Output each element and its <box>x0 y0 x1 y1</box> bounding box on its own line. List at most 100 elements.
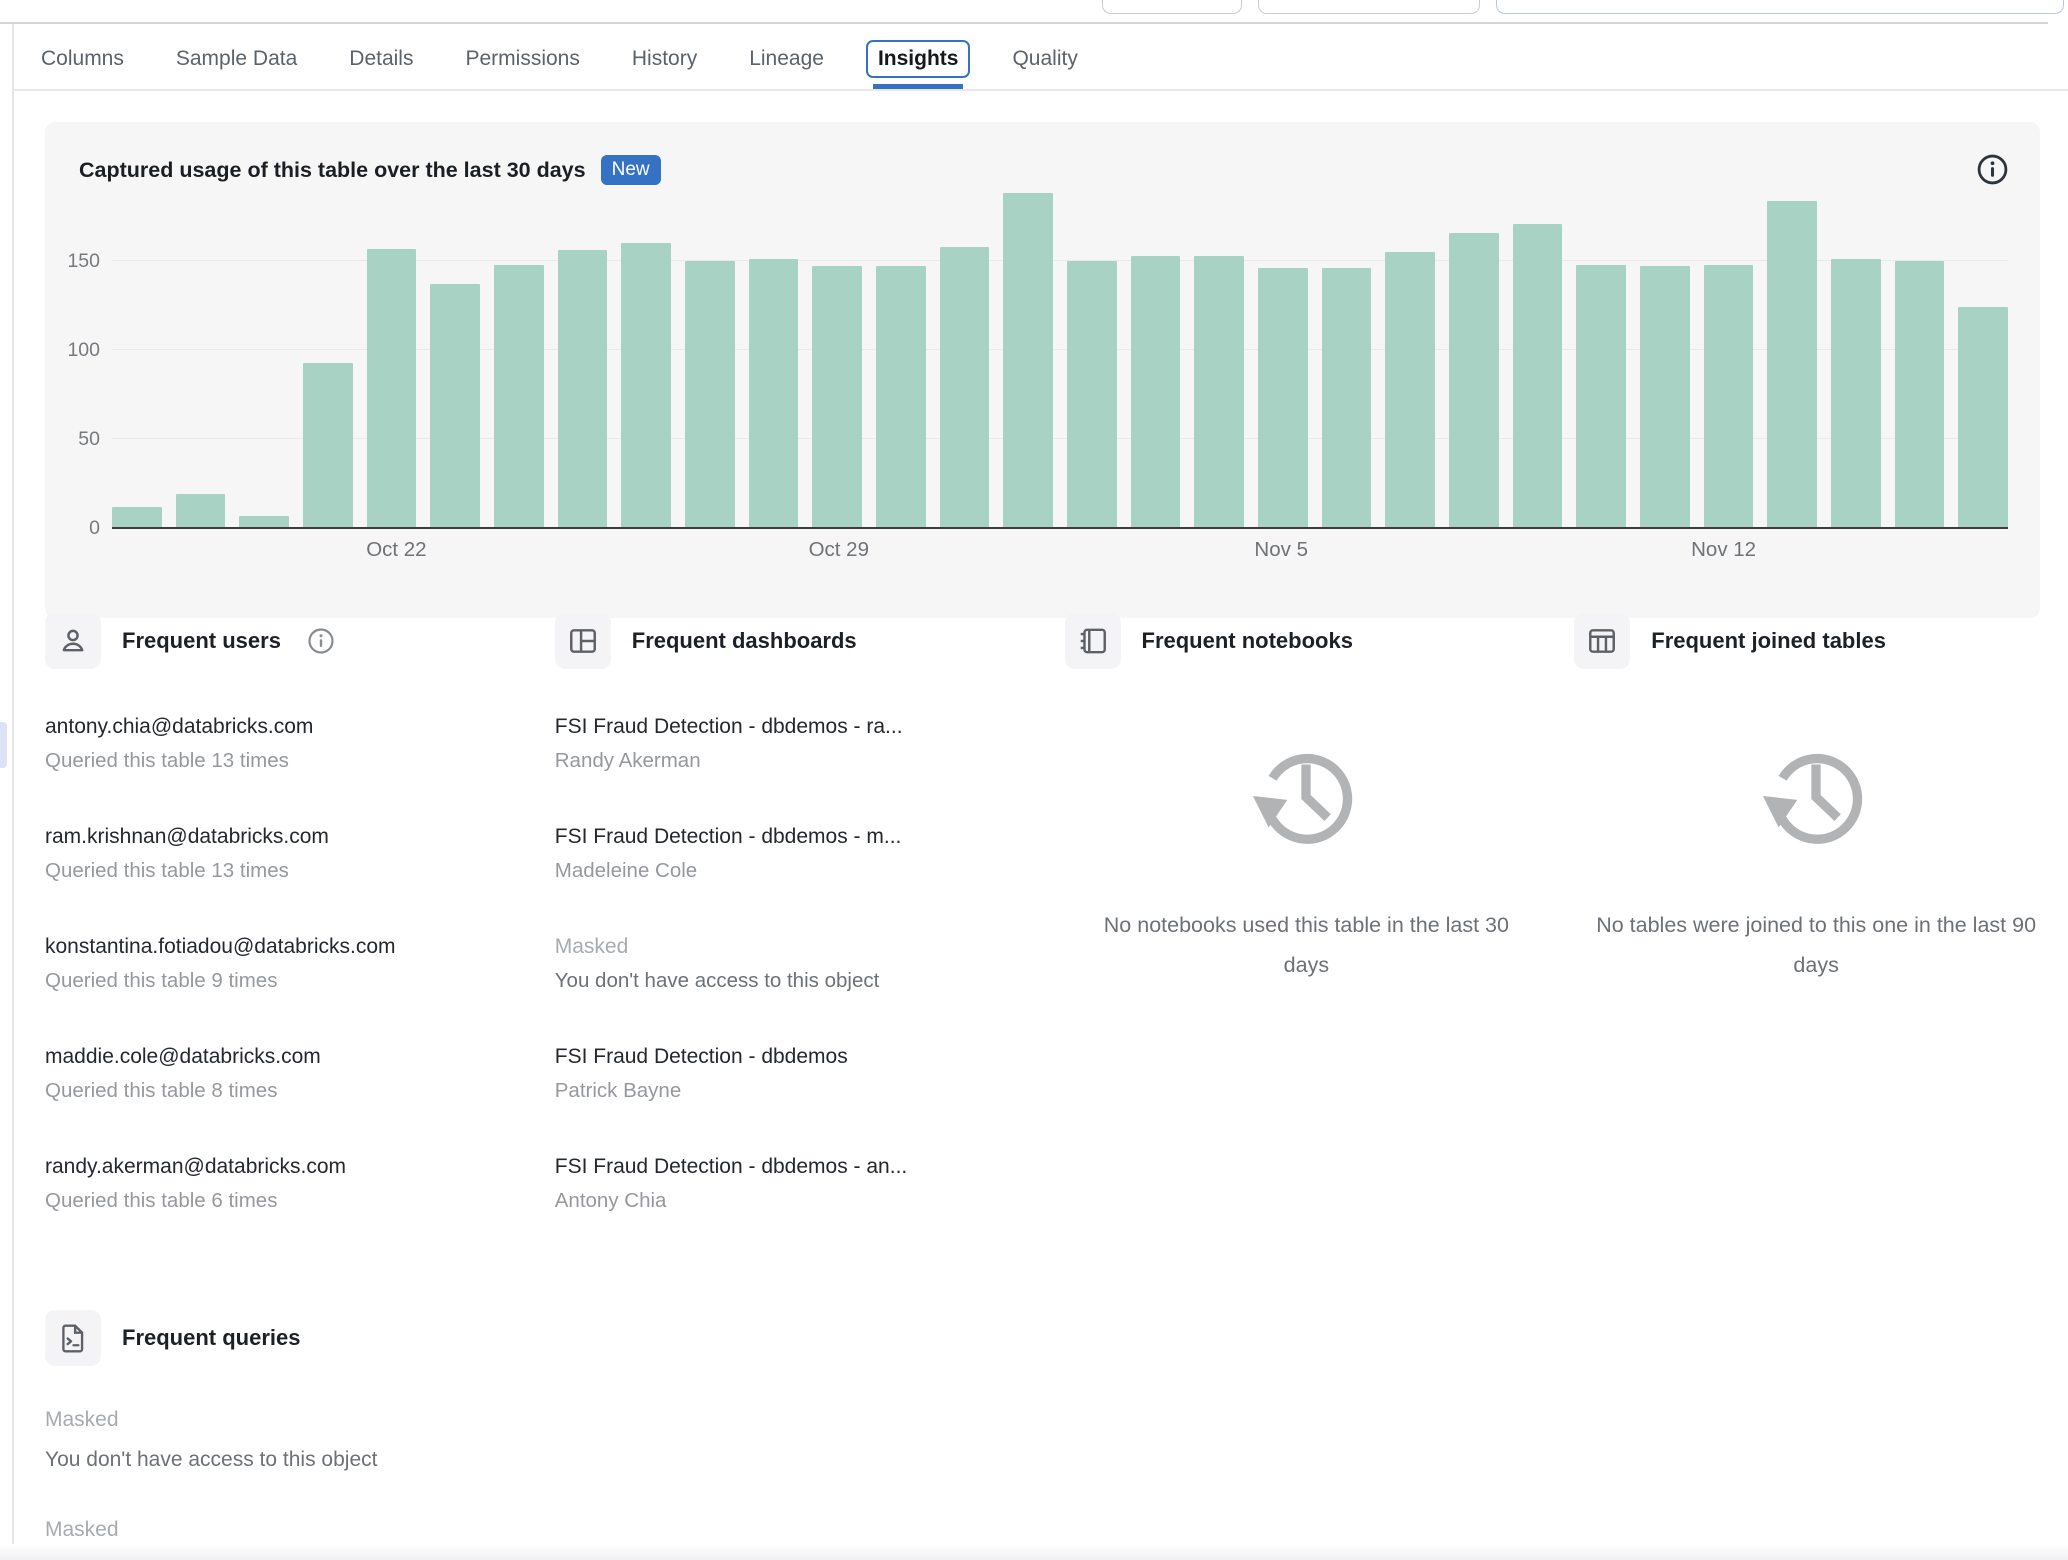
frequent-notebooks-title: Frequent notebooks <box>1141 628 1353 653</box>
users-info-icon[interactable] <box>306 626 336 656</box>
tab-insights[interactable]: Insights <box>865 40 971 89</box>
sidebar-divider <box>12 24 14 1548</box>
tab-sample-data[interactable]: Sample Data <box>176 47 297 71</box>
usage-x-axis: Oct 22 Oct 29 Nov 5 Nov 12 <box>112 538 2008 578</box>
usage-bar[interactable] <box>748 259 799 528</box>
toolbar-button-fragment-2[interactable] <box>1258 0 1480 14</box>
usage-bar[interactable] <box>812 266 863 528</box>
usage-bar[interactable] <box>366 248 417 528</box>
user-detail: Queried this table 8 times <box>45 1079 278 1102</box>
frequent-queries-list: Masked You don't have access to this obj… <box>45 1404 565 1546</box>
usage-bar[interactable] <box>1512 223 1563 528</box>
usage-bar[interactable] <box>1258 268 1308 528</box>
frequent-users-section: Frequent users antony.chia@databricks.co… <box>45 613 529 1262</box>
query-name-masked: Masked <box>45 1518 119 1541</box>
user-icon <box>45 613 101 669</box>
usage-bar[interactable] <box>1576 264 1627 528</box>
user-row: randy.akerman@databricks.com Queried thi… <box>45 1152 529 1215</box>
user-row: antony.chia@databricks.com Queried this … <box>45 712 529 775</box>
frequent-joined-tables-header: Frequent joined tables <box>1574 613 2058 669</box>
user-detail: Queried this table 6 times <box>45 1189 278 1212</box>
notebook-icon <box>1064 613 1121 669</box>
usage-bar[interactable] <box>1067 261 1117 528</box>
tab-lineage[interactable]: Lineage <box>749 47 824 71</box>
usage-y-tick-label: 100 <box>67 339 100 361</box>
table-icon <box>1574 613 1631 669</box>
frequent-notebooks-header: Frequent notebooks <box>1064 613 1549 669</box>
global-search-input-fragment[interactable] <box>1496 0 2064 14</box>
dashboard-name[interactable]: FSI Fraud Detection - dbdemos - m... <box>555 822 1039 852</box>
dashboard-row: FSI Fraud Detection - dbdemos - ra... Ra… <box>555 712 1039 775</box>
user-email: konstantina.fotiadou@databricks.com <box>45 935 396 958</box>
dashboard-owner: Randy Akerman <box>554 749 701 772</box>
usage-bar[interactable] <box>621 243 672 528</box>
usage-bar[interactable] <box>430 284 481 528</box>
usage-y-tick-label: 150 <box>67 250 100 272</box>
usage-bar[interactable] <box>1003 193 1054 528</box>
dashboard-name[interactable]: FSI Fraud Detection - dbdemos - an... <box>555 1152 1039 1182</box>
usage-bar[interactable] <box>1640 266 1690 528</box>
toolbar-button-fragment[interactable] <box>1102 0 1242 14</box>
usage-panel: Captured usage of this table over the la… <box>45 122 2040 618</box>
dashboard-row: FSI Fraud Detection - dbdemos - m... Mad… <box>555 822 1039 885</box>
insights-page: Columns Sample Data Details Permissions … <box>0 0 2068 1560</box>
usage-bar[interactable] <box>303 362 353 528</box>
usage-bar[interactable] <box>1958 307 2009 528</box>
dashboard-name[interactable]: FSI Fraud Detection - dbdemos <box>555 1042 1039 1072</box>
frequent-queries-section: Frequent queries Masked You don't have a… <box>45 1310 565 1556</box>
history-icon <box>1763 753 1863 844</box>
dashboard-owner: Antony Chia <box>554 1189 667 1212</box>
query-row-masked: Masked You don't have access to this obj… <box>45 1404 565 1476</box>
dashboard-row: FSI Fraud Detection - dbdemos - an... An… <box>555 1152 1039 1215</box>
usage-bar[interactable] <box>557 250 608 528</box>
dashboard-owner: Madeleine Cole <box>554 859 698 882</box>
user-detail: Queried this table 13 times <box>45 749 289 772</box>
bottom-fade <box>0 1544 2068 1560</box>
query-file-icon <box>45 1310 101 1366</box>
query-row-masked: Masked <box>45 1514 565 1546</box>
user-email: maddie.cole@databricks.com <box>45 1045 321 1068</box>
usage-bar[interactable] <box>1894 261 1945 528</box>
usage-bar[interactable] <box>1321 268 1372 528</box>
usage-bar[interactable] <box>1449 232 1499 528</box>
user-email: antony.chia@databricks.com <box>45 715 314 738</box>
usage-bar[interactable] <box>112 506 162 528</box>
dashboard-row-masked: Masked You don't have access to this obj… <box>555 932 1039 995</box>
usage-baseline <box>112 526 2008 529</box>
usage-plot <box>112 108 2009 529</box>
usage-bar[interactable] <box>175 494 226 528</box>
tab-history[interactable]: History <box>632 47 697 71</box>
frequent-dashboards-list: FSI Fraud Detection - dbdemos - ra... Ra… <box>555 712 1039 1215</box>
user-row: konstantina.fotiadou@databricks.com Quer… <box>45 932 529 995</box>
usage-bar[interactable] <box>1194 255 1245 528</box>
tab-permissions[interactable]: Permissions <box>465 47 579 71</box>
usage-y-tick-label: 0 <box>89 517 100 539</box>
dashboard-icon <box>554 613 611 669</box>
usage-bar[interactable] <box>1703 264 1754 528</box>
top-divider <box>0 22 2048 24</box>
usage-bar[interactable] <box>685 261 735 528</box>
user-email: ram.krishnan@databricks.com <box>45 825 329 848</box>
usage-bar[interactable] <box>876 266 926 528</box>
user-row: ram.krishnan@databricks.com Queried this… <box>45 822 529 885</box>
joined-tables-empty-state: No tables were joined to this one in the… <box>1574 735 2058 985</box>
usage-bar[interactable] <box>1767 200 1818 528</box>
tab-details[interactable]: Details <box>349 47 413 71</box>
tab-columns[interactable]: Columns <box>41 47 124 71</box>
dashboard-name[interactable]: FSI Fraud Detection - dbdemos - ra... <box>555 712 1039 742</box>
notebooks-empty-text: No notebooks used this table in the last… <box>1103 913 1509 977</box>
query-masked-detail: You don't have access to this object <box>45 1448 378 1471</box>
usage-bar[interactable] <box>1130 255 1181 528</box>
frequent-users-title: Frequent users <box>122 628 281 653</box>
sidebar-selected-item-fragment <box>0 722 7 768</box>
frequent-dashboards-section: Frequent dashboards FSI Fraud Detection … <box>554 613 1039 1262</box>
usage-bar[interactable] <box>494 264 544 528</box>
frequent-dashboards-title: Frequent dashboards <box>631 628 857 653</box>
usage-bar[interactable] <box>1831 259 1881 528</box>
usage-bar[interactable] <box>939 246 990 528</box>
frequent-notebooks-section: Frequent notebooks No notebooks used thi… <box>1064 613 1549 1262</box>
usage-x-tick-label: Nov 5 <box>1254 538 1308 561</box>
usage-bar[interactable] <box>1385 252 1436 528</box>
tab-quality[interactable]: Quality <box>1012 47 1077 71</box>
user-email: randy.akerman@databricks.com <box>45 1155 347 1178</box>
